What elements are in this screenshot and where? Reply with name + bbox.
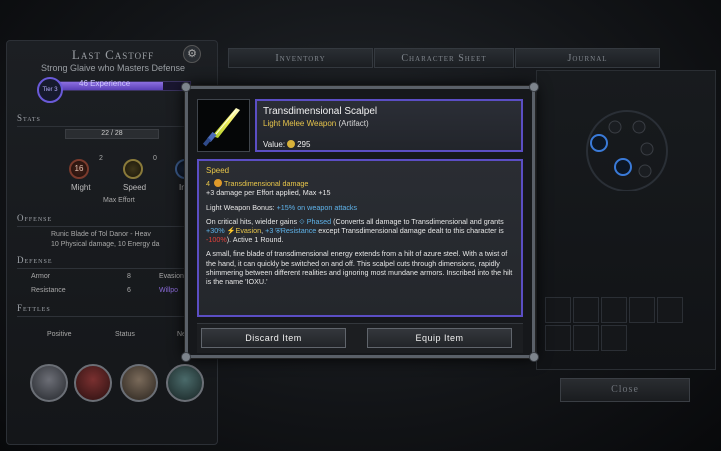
might-label: Might [71,183,91,192]
speed-label: Speed [123,183,147,192]
evasion-label: Evasion [159,273,184,280]
max-effort-label: Max Effort [103,197,135,204]
damage-line: 4 Transdimensional damage [206,179,514,188]
inventory-slot[interactable] [629,297,655,323]
bonus-line: Light Weapon Bonus: +15% on weapon attac… [206,203,514,212]
character-subtitle: Strong Glaive who Masters Defense [40,63,186,73]
resistance-bonus: +3 [265,226,274,236]
fettle-status[interactable]: Status [115,331,135,338]
item-lore: A small, fine blade of transdimensional … [206,249,513,287]
damage-number: 4 [206,179,210,189]
inventory-slot[interactable] [601,297,627,323]
tab-character-sheet[interactable]: Character Sheet [374,48,514,68]
might-edge: 2 [99,155,103,162]
item-value: Value: 295 [263,140,310,149]
equipment-wheel [586,110,668,192]
inventory-slot[interactable] [545,325,571,351]
transdimensional-icon [214,179,222,188]
modal-corner [529,82,539,92]
item-title-box: Transdimensional Scalpel Light Melee Wea… [255,99,523,152]
shins-coin-icon [287,140,296,148]
party-portrait-3[interactable] [120,364,158,402]
gear-icon[interactable]: ⚙ [183,45,201,63]
tab-inventory[interactable]: Inventory [228,48,373,68]
resistance-keyword: ⛨Resistance [275,226,317,236]
evasion-text: Evasion [235,226,262,236]
resistance-label: Resistance [31,287,66,294]
evasion-bonus: +30% [206,226,225,236]
equipment-panel [536,70,716,370]
crit-text: except Transdimensional damage dealt to … [318,226,504,236]
effort-line: +3 damage per Effort applied, Max +15 [206,188,331,198]
defense-heading: Defense [17,255,213,269]
crit-text: , [261,226,264,236]
party-portrait-4[interactable] [166,364,204,402]
crit-text: ). Active 1 Round. [226,235,284,245]
scalpel-blade-icon [202,108,240,147]
item-type: Light Melee Weapon (Artifact) [263,119,369,128]
damage-penalty: -100% [206,235,227,245]
bonus-prefix: Light Weapon Bonus: [206,202,275,212]
item-name: Transdimensional Scalpel [263,106,378,117]
discard-item-button[interactable]: Discard Item [201,328,346,348]
weapon-name[interactable]: Runic Blade of Tol Danor - Heav [51,231,151,238]
item-type-label: Light Melee Weapon [263,119,337,128]
speed-edge: 0 [153,155,157,162]
inventory-slot[interactable] [657,297,683,323]
modal-corner [529,352,539,362]
stat-pool-bar: 22 / 28 [65,129,159,139]
fettles-heading: Fettles [17,303,213,317]
crit-effect: On critical hits, wielder gains ⟐ Phased… [206,217,514,245]
phased-keyword: ⟐ Phased [299,216,332,226]
resistance-text: Resistance [280,226,317,236]
evasion-keyword: ⚡Evasion [226,226,262,236]
speed-orb[interactable] [123,159,143,179]
item-rarity: (Artifact) [338,119,369,128]
item-description: Speed 4 Transdimensional damage +3 damag… [197,159,523,317]
willpower-label: Willpo [159,287,179,294]
armor-value: 8 [127,273,131,280]
might-orb[interactable]: 16 [69,159,89,179]
crit-text: (Converts all damage to Transdimensional… [333,216,504,226]
equip-item-button[interactable]: Equip Item [367,328,512,348]
inventory-slot[interactable] [573,325,599,351]
speed-heading: Speed [206,166,230,175]
item-value-label: Value: [263,140,286,149]
bonus-value: +15% on weapon attacks [276,202,358,212]
weapon-damage: 10 Physical damage, 10 Energy da [51,241,160,248]
item-icon-frame [197,99,250,152]
experience-label: 46 Experience [79,79,131,88]
modal-corner [181,352,191,362]
resistance-value: 6 [127,287,131,294]
item-value-number: 295 [297,140,311,149]
tier-badge: Tier 3 [37,77,63,103]
modal-corner [181,82,191,92]
offense-heading: Offense [17,213,213,227]
inventory-slot[interactable] [573,297,599,323]
armor-label: Armor [31,273,51,280]
party-portrait-1[interactable] [30,364,68,402]
phased-text: Phased [306,216,332,226]
tab-journal[interactable]: Journal [515,48,660,68]
inventory-slot[interactable] [545,297,571,323]
damage-type: Transdimensional damage [224,179,309,189]
item-detail-modal: Transdimensional Scalpel Light Melee Wea… [181,82,539,362]
party-portrait-2[interactable] [74,364,112,402]
fettle-positive[interactable]: Positive [47,331,72,338]
crit-text: On critical hits, wielder gains [206,216,298,226]
stats-heading: Stats [17,113,213,127]
close-button[interactable]: Close [560,378,690,402]
inventory-slot[interactable] [601,325,627,351]
